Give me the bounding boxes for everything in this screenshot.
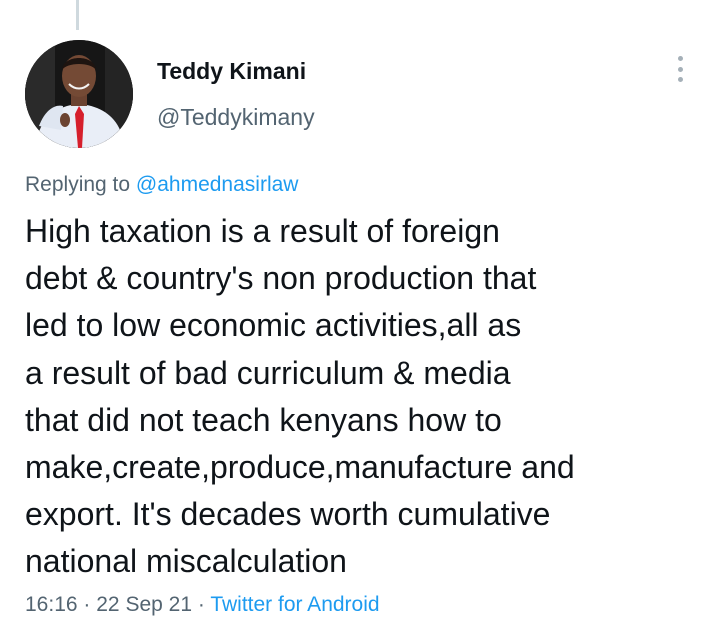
more-dot xyxy=(677,77,683,82)
tweet-card: Teddy Kimani @Teddykimany Replying to @a… xyxy=(0,0,720,628)
tweet-date[interactable]: 22 Sep 21 xyxy=(96,593,192,616)
author-handle[interactable]: @Teddykimany xyxy=(157,104,315,130)
more-vertical-icon[interactable] xyxy=(668,56,692,82)
author-info: Teddy Kimani @Teddykimany xyxy=(157,58,315,130)
tweet-time[interactable]: 16:16 xyxy=(25,593,78,616)
tweet-source-link[interactable]: Twitter for Android xyxy=(210,593,379,616)
avatar[interactable] xyxy=(25,40,133,148)
tweet-text: High taxation is a result of foreign deb… xyxy=(25,213,575,580)
more-dot xyxy=(677,66,683,72)
tweet-meta: 16:16 · 22 Sep 21 · Twitter for Android xyxy=(25,592,380,618)
meta-separator: · xyxy=(83,593,91,616)
replying-to-label: Replying to xyxy=(25,173,131,196)
reply-mention-link[interactable]: @ahmednasirlaw xyxy=(136,173,299,196)
more-dot xyxy=(677,56,683,61)
author-display-name[interactable]: Teddy Kimani xyxy=(157,58,315,84)
thread-connector-line xyxy=(76,0,79,30)
replying-to-line: Replying to @ahmednasirlaw xyxy=(25,172,298,198)
meta-separator: · xyxy=(197,593,205,616)
